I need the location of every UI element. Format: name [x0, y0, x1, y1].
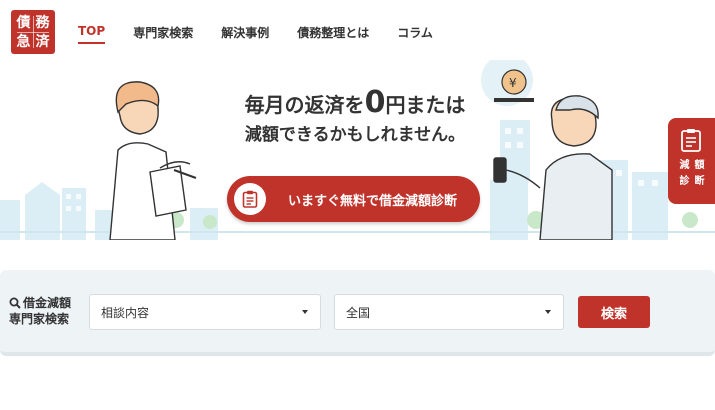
search-button[interactable]: 検索 — [578, 296, 650, 328]
search-icon — [9, 297, 21, 309]
consultation-select[interactable]: 相談内容 — [89, 294, 321, 330]
headline-post: 円または — [385, 93, 466, 117]
logo-char: 急 — [16, 33, 31, 50]
chevron-down-icon — [302, 310, 308, 314]
side-tab-char: 診 — [679, 176, 690, 187]
site-logo[interactable]: 債 務 急 済 — [11, 10, 55, 54]
headline-pre: 毎月の返済を — [244, 93, 365, 117]
region-select-value: 全国 — [346, 305, 371, 320]
search-heading-line1: 借金減額 — [23, 296, 72, 310]
consultation-select-value: 相談内容 — [101, 305, 150, 320]
region-select[interactable]: 全国 — [334, 294, 564, 330]
hero-headline: 毎月の返済を0円または 減額できるかもしれません。 — [230, 88, 480, 148]
coin-bubble: ¥ — [481, 60, 534, 106]
cta-label: いますぐ無料で借金減額診断 — [288, 193, 458, 209]
chevron-down-icon — [545, 310, 551, 314]
logo-char: 務 — [35, 14, 50, 31]
search-heading-line2: 専門家検索 — [9, 312, 70, 326]
site-header: 債 務 急 済 TOP 専門家検索 解決事例 債務整理とは コラム — [0, 0, 715, 60]
main-nav: TOP 専門家検索 解決事例 債務整理とは コラム — [78, 24, 461, 44]
clipboard-icon — [234, 183, 266, 215]
nav-item-column[interactable]: コラム — [397, 24, 433, 41]
nav-item-about-debt[interactable]: 債務整理とは — [297, 24, 369, 41]
expert-search-panel: 借金減額 専門家検索 相談内容 全国 検索 — [0, 270, 715, 356]
nav-item-expert-search[interactable]: 専門家検索 — [133, 24, 193, 41]
nav-item-case-studies[interactable]: 解決事例 — [221, 24, 269, 41]
logo-divider — [17, 32, 49, 33]
nav-item-top[interactable]: TOP — [78, 24, 106, 44]
woman-figure — [109, 81, 197, 240]
side-diagnosis-tab[interactable]: 減 額 診 断 — [668, 118, 715, 204]
side-tab-char: 減 — [679, 160, 690, 171]
logo-char: 済 — [35, 33, 50, 50]
hero-banner: ¥ 毎月の返済を0円または 減額できるかもしれません。 いますぐ無料で借金減額診… — [0, 60, 715, 240]
clipboard-icon — [681, 129, 701, 152]
diagnosis-cta-button[interactable]: いますぐ無料で借金減額診断 — [227, 176, 480, 222]
svg-text:¥: ¥ — [509, 76, 517, 90]
side-tab-char: 断 — [694, 176, 705, 187]
side-tab-char: 額 — [694, 160, 705, 171]
headline-zero: 0 — [364, 85, 386, 120]
headline-line2: 減額できるかもしれません。 — [244, 125, 466, 145]
logo-char: 債 — [16, 14, 31, 31]
search-heading: 借金減額 専門家検索 — [9, 295, 71, 327]
